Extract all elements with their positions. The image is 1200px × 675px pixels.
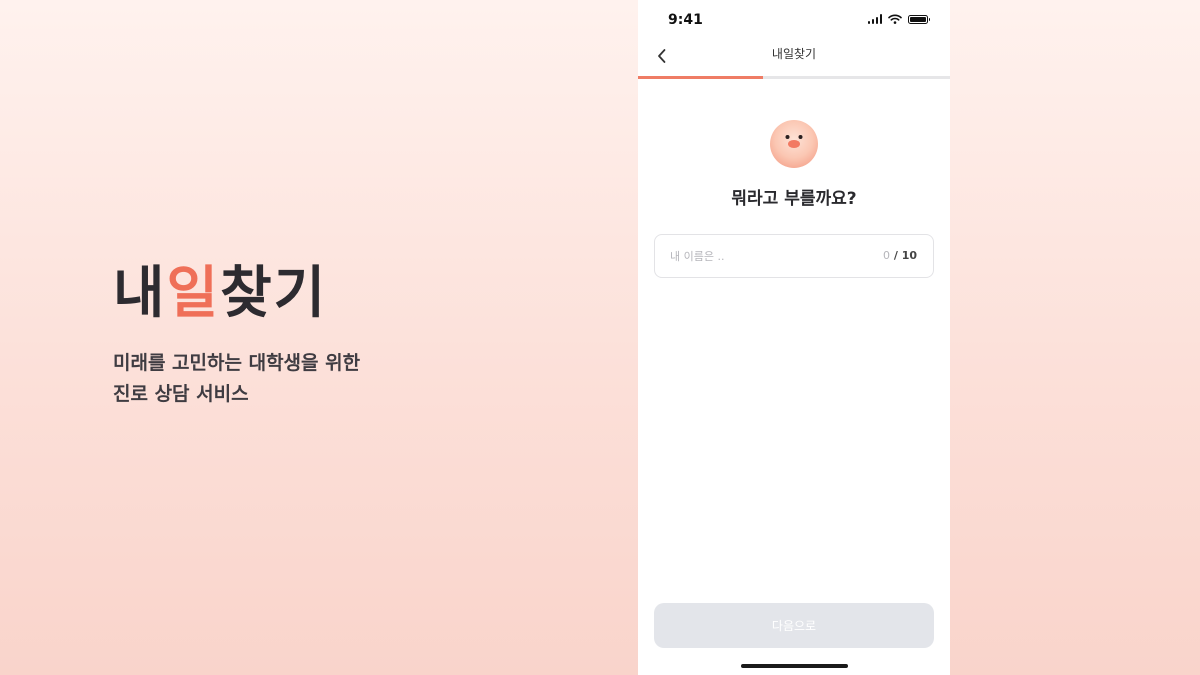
battery-icon bbox=[908, 14, 930, 24]
brand-description-line1: 미래를 고민하는 대학생을 위한 bbox=[113, 352, 361, 375]
mascot-face-icon bbox=[770, 120, 818, 168]
battery-level bbox=[910, 16, 926, 22]
brand-description: 미래를 고민하는 대학생을 위한 진로 상담 서비스 bbox=[113, 348, 360, 410]
progress-fill bbox=[638, 76, 763, 79]
brand-title-part2: 찾기 bbox=[220, 261, 328, 326]
navigation-bar: 내일찾기 bbox=[638, 36, 950, 76]
character-count: 0 bbox=[883, 249, 890, 262]
nav-title: 내일찾기 bbox=[771, 47, 817, 61]
character-max: 10 bbox=[901, 249, 917, 262]
brand-description-line2: 진로 상담 서비스 bbox=[113, 383, 249, 406]
name-input[interactable] bbox=[655, 235, 875, 277]
character-separator: / bbox=[890, 249, 902, 262]
question-heading: 뭐라고 부를까요? bbox=[731, 189, 857, 209]
name-field[interactable]: 0 / 10 bbox=[654, 234, 934, 278]
brand-section: 내일찾기 미래를 고민하는 대학생을 위한 진로 상담 서비스 bbox=[113, 261, 360, 410]
next-button[interactable]: 다음으로 bbox=[654, 603, 934, 648]
status-time: 9:41 bbox=[668, 12, 703, 28]
progress-bar bbox=[638, 76, 950, 79]
brand-logo-title: 내일찾기 bbox=[113, 261, 360, 326]
home-indicator bbox=[741, 664, 848, 668]
brand-title-accent: 일 bbox=[166, 261, 221, 326]
status-bar: 9:41 bbox=[638, 0, 950, 40]
wifi-icon bbox=[888, 14, 902, 24]
status-icons bbox=[867, 14, 930, 24]
brand-title-part1: 내 bbox=[113, 261, 167, 326]
phone-screen: 9:41 내일찾기 뭐라고 부를까요? 내 이름은 .. 0 / 10 다음으로 bbox=[638, 0, 950, 675]
character-counter: 0 / 10 bbox=[883, 249, 917, 262]
cellular-signal-icon bbox=[867, 14, 882, 24]
